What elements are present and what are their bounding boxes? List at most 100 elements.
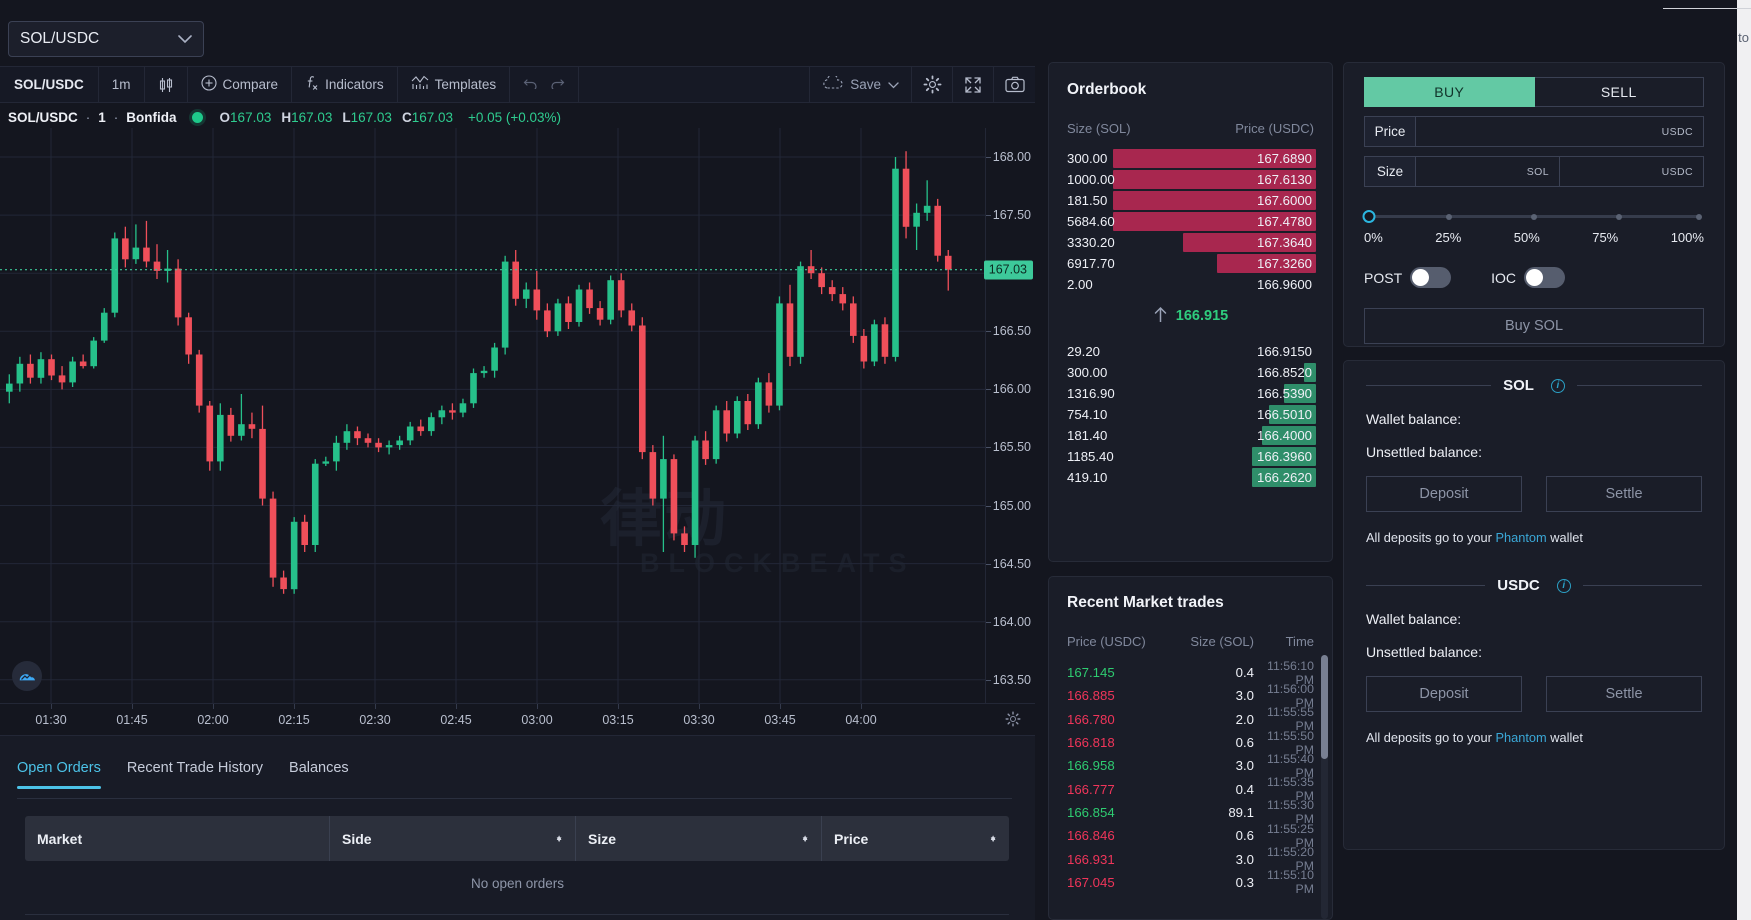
- toolbar-compare-button[interactable]: Compare: [188, 67, 293, 102]
- camera-icon[interactable]: [994, 67, 1035, 102]
- orderbook-row[interactable]: 181.40166.4000: [1067, 425, 1314, 446]
- orderbook-row[interactable]: 29.20166.9150: [1067, 341, 1314, 362]
- trade-size: 0.4: [1162, 782, 1254, 797]
- trades-time-header: Time: [1254, 634, 1314, 649]
- phantom-wallet-link[interactable]: Phantom: [1495, 730, 1546, 745]
- sort-arrows-icon[interactable]: ▲▼: [801, 838, 809, 840]
- orderbook-price: 166.3960: [1257, 449, 1314, 464]
- time-axis[interactable]: 01:3001:4502:0002:1502:3002:4503:0003:15…: [0, 703, 1035, 736]
- orderbook-row[interactable]: 1185.40166.3960: [1067, 446, 1314, 467]
- orderbook-row[interactable]: 6917.70167.3260: [1067, 253, 1314, 274]
- orderbook-bids: 29.20166.9150300.00166.85201316.90166.53…: [1067, 341, 1314, 488]
- slider-label-100[interactable]: 100%: [1671, 230, 1704, 245]
- column-header-price[interactable]: Price ▲▼: [822, 816, 1009, 861]
- slider-label-75[interactable]: 75%: [1592, 230, 1618, 245]
- slider-labels: 0% 25% 50% 75% 100%: [1364, 230, 1704, 245]
- redo-icon[interactable]: [550, 76, 565, 93]
- price-axis-tick: 165.00: [993, 499, 1031, 513]
- trades-scrollbar-track[interactable]: [1321, 655, 1328, 919]
- toolbar-indicators-button[interactable]: Indicators: [292, 67, 398, 102]
- post-only-toggle[interactable]: [1410, 267, 1451, 288]
- sort-arrows-icon[interactable]: ▲▼: [555, 838, 563, 840]
- slider-label-25[interactable]: 25%: [1435, 230, 1461, 245]
- price-input[interactable]: USDC: [1416, 116, 1704, 147]
- chart-canvas[interactable]: 律动 BLOCKBEATS 163.50164.00164.50165.0016…: [0, 128, 1035, 703]
- price-axis-tickmark: [986, 622, 991, 623]
- legend-exchange[interactable]: Bonfida: [126, 110, 176, 125]
- price-axis-tick: 163.50: [993, 673, 1031, 687]
- deposit-button[interactable]: Deposit: [1366, 476, 1522, 512]
- slider-label-50[interactable]: 50%: [1514, 230, 1540, 245]
- orderbook-row[interactable]: 754.10166.5010: [1067, 404, 1314, 425]
- toolbar-interval-button[interactable]: 1m: [99, 67, 145, 102]
- price-axis[interactable]: 163.50164.00164.50165.00165.50166.00166.…: [985, 128, 1035, 703]
- orders-panel: Open OrdersRecent Trade HistoryBalances …: [0, 736, 1035, 920]
- buy-tab[interactable]: BUY: [1364, 77, 1535, 107]
- tab-open-orders[interactable]: Open Orders: [17, 760, 101, 788]
- unsettled-balance-label: Unsettled balance:: [1366, 444, 1702, 460]
- time-axis-tick: 03:45: [764, 713, 795, 727]
- orderbook-row[interactable]: 300.00167.6890: [1067, 148, 1314, 169]
- column-header-size[interactable]: Size▲▼: [576, 816, 822, 861]
- submit-order-button[interactable]: Buy SOL: [1364, 308, 1704, 344]
- fullscreen-icon[interactable]: [953, 67, 994, 102]
- phantom-wallet-link[interactable]: Phantom: [1495, 530, 1546, 545]
- legend-symbol[interactable]: SOL/USDC: [8, 110, 78, 125]
- orders-empty-message: No open orders: [0, 876, 1035, 891]
- orderbook-row[interactable]: 2.00166.9600: [1067, 274, 1314, 295]
- settle-button[interactable]: Settle: [1546, 476, 1702, 512]
- trades-scrollbar-thumb[interactable]: [1321, 655, 1328, 759]
- info-icon[interactable]: i: [1557, 579, 1571, 593]
- time-axis-tick: 04:00: [845, 713, 876, 727]
- toolbar-compare-label: Compare: [223, 77, 279, 92]
- size-percent-slider[interactable]: [1364, 209, 1704, 225]
- orderbook-row[interactable]: 3330.20167.3640: [1067, 232, 1314, 253]
- candlestick-icon[interactable]: [145, 67, 188, 102]
- ioc-toggle[interactable]: [1524, 267, 1565, 288]
- toolbar-templates-button[interactable]: Templates: [398, 67, 511, 102]
- orderbook-row[interactable]: 1316.90166.5390: [1067, 383, 1314, 404]
- post-only-knob: [1412, 269, 1429, 286]
- orderbook-header-row: Size (SOL) Price (USDC): [1067, 121, 1314, 136]
- orderbook-row[interactable]: 1000.00167.6130: [1067, 169, 1314, 190]
- slider-label-0[interactable]: 0%: [1364, 230, 1383, 245]
- legend-high-value: 167.03: [291, 110, 332, 125]
- toolbar-symbol-button[interactable]: SOL/USDC: [0, 67, 99, 102]
- tradingview-logo-icon[interactable]: [12, 661, 42, 691]
- orderbook-size: 300.00: [1067, 365, 1107, 380]
- sell-tab[interactable]: SELL: [1535, 77, 1705, 107]
- gear-icon[interactable]: [912, 67, 953, 102]
- balances-list: SOLiWallet balance:Unsettled balance:Dep…: [1366, 377, 1702, 745]
- market-selector[interactable]: SOL/USDC: [8, 21, 204, 57]
- time-axis-tick: 02:45: [440, 713, 471, 727]
- orders-tabs: Open Orders Recent Trade History Balances: [17, 760, 349, 788]
- save-button[interactable]: Save: [810, 67, 912, 102]
- size-input-quote[interactable]: USDC: [1560, 156, 1704, 187]
- orderbook-row[interactable]: 300.00166.8520: [1067, 362, 1314, 383]
- column-header-label: Price: [834, 831, 868, 847]
- orderbook-row[interactable]: 5684.60167.4780: [1067, 211, 1314, 232]
- trade-size: 0.6: [1162, 828, 1254, 843]
- tab-recent-trade-history[interactable]: Recent Trade History: [127, 760, 263, 788]
- column-header-side[interactable]: Side▲▼: [330, 816, 576, 861]
- market-selector-label: SOL/USDC: [20, 30, 99, 48]
- chart-settings-icon[interactable]: [1005, 711, 1021, 732]
- tab-balances[interactable]: Balances: [289, 760, 349, 788]
- orderbook-size: 419.10: [1067, 470, 1107, 485]
- size-input-base[interactable]: SOL: [1416, 156, 1560, 187]
- time-axis-tick: 03:15: [602, 713, 633, 727]
- undo-icon[interactable]: [523, 76, 538, 93]
- browser-scrollbar-edge[interactable]: [1737, 0, 1751, 920]
- chart-column: SOL/USDC SOL/USDC 1m: [0, 0, 1035, 920]
- sort-arrows-icon[interactable]: ▲▼: [989, 838, 997, 840]
- settle-button[interactable]: Settle: [1546, 676, 1702, 712]
- chart-legend: SOL/USDC · 1 · Bonfida O167.03 H167.03 L…: [8, 110, 561, 125]
- orderbook-row[interactable]: 419.10166.2620: [1067, 467, 1314, 488]
- legend-close-value: 167.03: [412, 110, 453, 125]
- info-icon[interactable]: i: [1551, 379, 1565, 393]
- orderbook-row[interactable]: 181.50167.6000: [1067, 190, 1314, 211]
- legend-interval[interactable]: 1: [98, 110, 106, 125]
- orderbook-size: 3330.20: [1067, 235, 1115, 250]
- slider-knob[interactable]: [1363, 210, 1376, 223]
- deposit-button[interactable]: Deposit: [1366, 676, 1522, 712]
